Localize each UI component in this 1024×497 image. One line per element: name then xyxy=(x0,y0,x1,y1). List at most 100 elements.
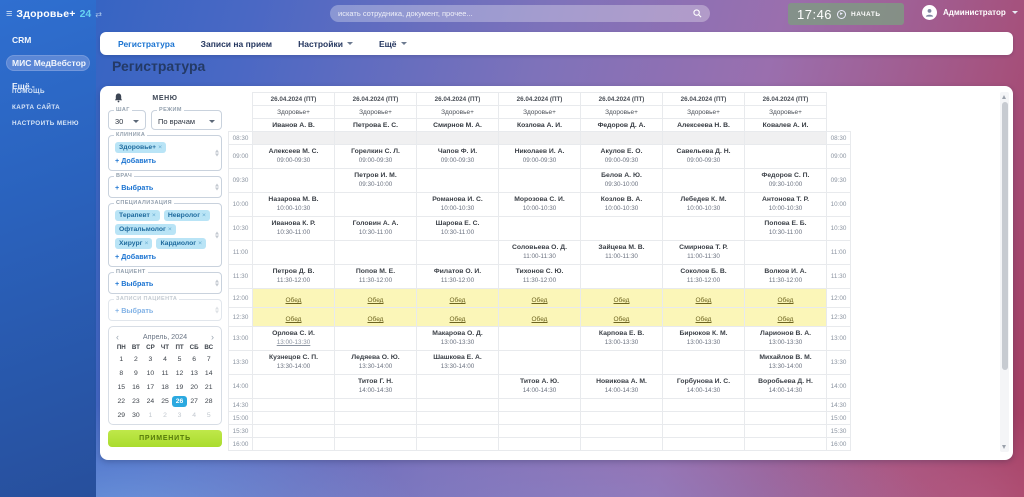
filter-chip[interactable]: Невролог × xyxy=(163,210,211,221)
empty-slot-cell[interactable] xyxy=(662,424,745,438)
scroll-up-icon[interactable] xyxy=(1002,95,1006,99)
calendar-day[interactable]: 29 xyxy=(114,410,129,421)
clinic-add-link[interactable]: + Добавить xyxy=(115,156,156,165)
calendar-day-selected[interactable]: 26 xyxy=(172,396,187,407)
empty-slot-cell[interactable] xyxy=(334,192,417,217)
empty-slot-cell[interactable] xyxy=(580,264,663,289)
tab-item[interactable]: Настройки xyxy=(298,39,353,49)
appointment-cell[interactable]: Смирнова Т. Р. 11:00-11:30 xyxy=(662,240,745,265)
calendar-day[interactable]: 15 xyxy=(114,382,129,393)
appointment-cell[interactable]: Петров И. М. 09:30-10:00 xyxy=(334,168,417,193)
sidebar-footer-item[interactable]: ПОМОЩЬ xyxy=(12,88,84,95)
empty-slot-cell[interactable] xyxy=(334,326,417,351)
appointment-cell[interactable]: Филатов О. И. 11:30-12:00 xyxy=(416,264,499,289)
empty-slot-cell[interactable] xyxy=(744,424,827,438)
calendar-day[interactable]: 7 xyxy=(201,354,216,365)
calendar-day-muted[interactable]: 3 xyxy=(172,410,187,421)
appointment-cell[interactable]: Козлов В. А. 10:00-10:30 xyxy=(580,192,663,217)
calendar-day[interactable]: 22 xyxy=(114,396,129,407)
empty-slot-cell[interactable] xyxy=(498,411,581,425)
lunch-link[interactable]: Обед xyxy=(696,297,712,304)
appointment-cell[interactable]: Зайцева М. В. 11:00-11:30 xyxy=(580,240,663,265)
lunch-link[interactable]: Обед xyxy=(286,297,302,304)
calendar-day[interactable]: 25 xyxy=(158,396,173,407)
appointment-cell[interactable]: Попов М. Е. 11:30-12:00 xyxy=(334,264,417,289)
calendar-day[interactable]: 2 xyxy=(129,354,144,365)
apply-button[interactable]: ПРИМЕНИТЬ xyxy=(108,430,222,447)
lunch-link[interactable]: Обед xyxy=(368,316,384,323)
sidebar-item[interactable]: МИС МедВебстор xyxy=(6,55,90,71)
vertical-scrollbar[interactable] xyxy=(1000,92,1009,452)
empty-slot-cell[interactable] xyxy=(580,350,663,375)
empty-slot-cell[interactable] xyxy=(498,424,581,438)
appointment-cell[interactable]: Шашкова Е. А. 13:30-14:00 xyxy=(416,350,499,375)
appointment-cell[interactable]: Орлова С. И. 13:00-13:30 xyxy=(252,326,335,351)
empty-slot-cell[interactable] xyxy=(662,437,745,451)
empty-slot-cell[interactable] xyxy=(334,437,417,451)
calendar-day[interactable]: 12 xyxy=(172,368,187,379)
empty-slot-cell[interactable] xyxy=(252,424,335,438)
calendar-day[interactable]: 5 xyxy=(172,354,187,365)
empty-slot-cell[interactable] xyxy=(334,398,417,412)
calendar-day[interactable]: 21 xyxy=(201,382,216,393)
appointment-cell[interactable]: Титов А. Ю. 14:00-14:30 xyxy=(498,374,581,399)
appointment-cell[interactable]: Белов А. Ю. 09:30-10:00 xyxy=(580,168,663,193)
empty-slot-cell[interactable] xyxy=(252,398,335,412)
mode-select[interactable]: РЕЖИМ По врачам xyxy=(151,107,222,130)
spinner-icon[interactable] xyxy=(215,231,219,239)
empty-slot-cell[interactable] xyxy=(416,168,499,193)
empty-slot-cell[interactable] xyxy=(744,240,827,265)
sidebar-footer-item[interactable]: НАСТРОИТЬ МЕНЮ xyxy=(12,120,84,127)
empty-slot-cell[interactable] xyxy=(662,350,745,375)
tab-item[interactable]: Ещё xyxy=(379,39,407,49)
empty-slot-cell[interactable] xyxy=(252,411,335,425)
empty-slot-cell[interactable] xyxy=(498,326,581,351)
appointment-cell[interactable]: Кузнецов С. П. 13:30-14:00 xyxy=(252,350,335,375)
appointment-cell[interactable]: Тихонов С. Ю. 11:30-12:00 xyxy=(498,264,581,289)
empty-slot-cell[interactable] xyxy=(580,437,663,451)
appointment-cell[interactable]: Петров Д. В. 11:30-12:00 xyxy=(252,264,335,289)
specialization-add-link[interactable]: + Добавить xyxy=(115,252,156,261)
appointment-cell[interactable]: Соколов Б. В. 11:30-12:00 xyxy=(662,264,745,289)
empty-slot-cell[interactable] xyxy=(416,411,499,425)
appointment-cell[interactable]: Романова И. С. 10:00-10:30 xyxy=(416,192,499,217)
calendar-day[interactable]: 24 xyxy=(143,396,158,407)
calendar-day[interactable]: 3 xyxy=(143,354,158,365)
empty-slot-cell[interactable] xyxy=(334,424,417,438)
calendar-day[interactable]: 20 xyxy=(187,382,202,393)
calendar-day[interactable]: 4 xyxy=(158,354,173,365)
lunch-link[interactable]: Обед xyxy=(532,316,548,323)
appointment-cell[interactable]: Воробьева Д. Н. 14:00-14:30 xyxy=(744,374,827,399)
lunch-link[interactable]: Обед xyxy=(696,316,712,323)
appointment-cell[interactable]: Савельева Д. Н. 09:00-09:30 xyxy=(662,144,745,169)
patient-select-link[interactable]: + Выбрать xyxy=(115,279,153,288)
appointment-cell[interactable]: Иванова К. Р. 10:30-11:00 xyxy=(252,216,335,241)
lunch-link[interactable]: Обед xyxy=(532,297,548,304)
calendar-day[interactable]: 23 xyxy=(129,396,144,407)
lunch-link[interactable]: Обед xyxy=(614,316,630,323)
empty-slot-cell[interactable] xyxy=(744,144,827,169)
calendar-day[interactable]: 13 xyxy=(187,368,202,379)
appointment-cell[interactable]: Макарова О. Д. 13:00-13:30 xyxy=(416,326,499,351)
remove-chip-icon[interactable]: × xyxy=(158,144,162,151)
lunch-link[interactable]: Обед xyxy=(778,316,794,323)
empty-slot-cell[interactable] xyxy=(580,398,663,412)
filter-chip[interactable]: Терапевт × xyxy=(115,210,160,221)
lunch-link[interactable]: Обед xyxy=(286,316,302,323)
appointment-cell[interactable]: Лебедев К. М. 10:00-10:30 xyxy=(662,192,745,217)
empty-slot-cell[interactable] xyxy=(498,168,581,193)
lunch-link[interactable]: Обед xyxy=(450,297,466,304)
appointment-cell[interactable]: Головин А. А. 10:30-11:00 xyxy=(334,216,417,241)
empty-slot-cell[interactable] xyxy=(580,424,663,438)
calendar-day[interactable]: 10 xyxy=(143,368,158,379)
empty-slot-cell[interactable] xyxy=(744,411,827,425)
appointment-cell[interactable]: Алексеев М. С. 09:00-09:30 xyxy=(252,144,335,169)
appointment-cell[interactable]: Федоров С. П. 09:30-10:00 xyxy=(744,168,827,193)
collapse-icon[interactable]: ⇄ xyxy=(95,10,102,19)
doctor-select-link[interactable]: + Выбрать xyxy=(115,183,153,192)
calendar-day[interactable]: 28 xyxy=(201,396,216,407)
filter-chip[interactable]: Офтальмолог × xyxy=(115,224,176,235)
empty-slot-cell[interactable] xyxy=(416,240,499,265)
appointment-cell[interactable]: Назарова М. В. 10:00-10:30 xyxy=(252,192,335,217)
empty-slot-cell[interactable] xyxy=(252,168,335,193)
